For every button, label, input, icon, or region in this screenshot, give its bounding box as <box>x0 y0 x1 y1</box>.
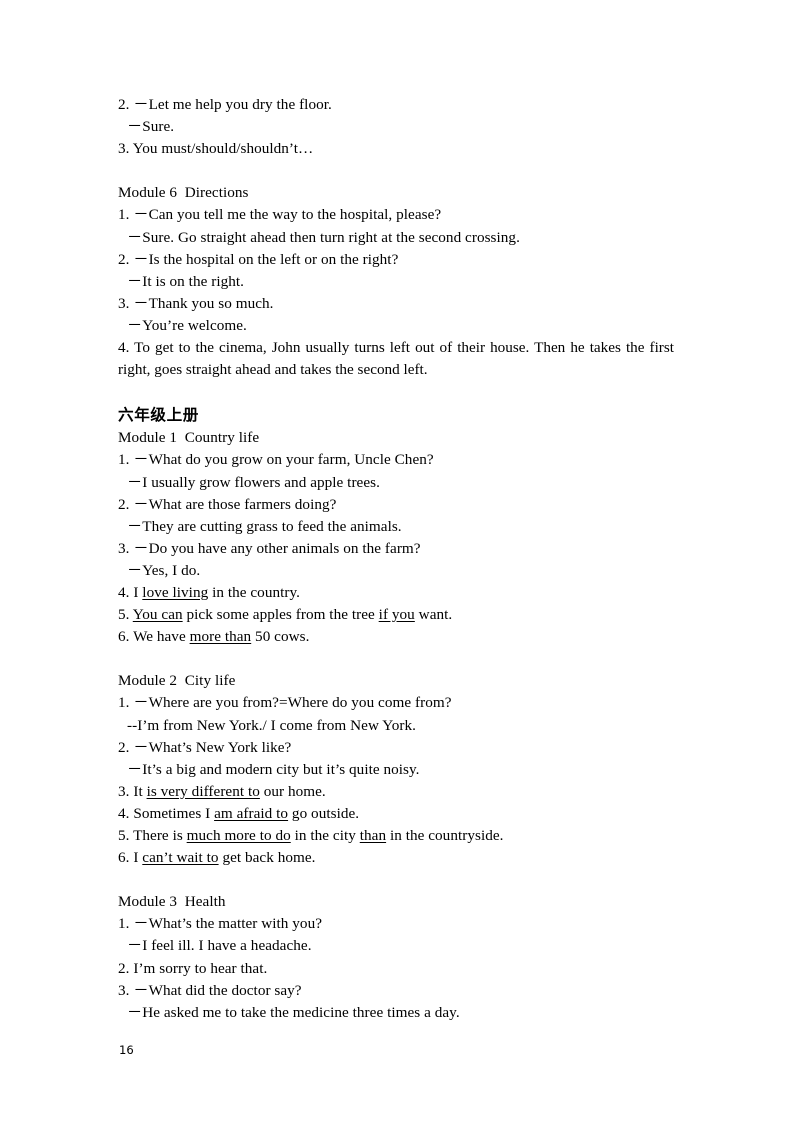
text-run: 6. We have <box>118 628 190 646</box>
text-line: －Sure. Go straight ahead then turn right… <box>127 228 520 246</box>
underlined-phrase: You can <box>132 606 183 624</box>
text-line: －They are cutting grass to feed the anim… <box>127 517 402 535</box>
module-heading: Module 2 City life <box>118 672 236 690</box>
text-line: 3. It is very different to our home. <box>118 781 674 803</box>
text-run: in the country. <box>208 583 300 601</box>
underlined-phrase: more than <box>189 628 252 646</box>
module-heading: Module 1 Country life <box>118 429 260 447</box>
text-line: －I feel ill. I have a headache. <box>127 937 312 955</box>
text-run: get back home. <box>218 849 316 867</box>
text-line: －He asked me to take the medicine three … <box>127 1003 460 1021</box>
module-heading: Module 3 Health <box>118 893 226 911</box>
text-run: 4. Sometimes I <box>118 804 215 822</box>
text-line: 4. I love living in the country. <box>118 582 674 604</box>
document-page: 2. －Let me help you dry the floor. －Sure.… <box>0 0 794 1123</box>
text-line: 2. －What are those farmers doing? <box>118 495 337 513</box>
text-line: 5. There is much more to do in the city … <box>118 825 674 847</box>
underlined-phrase: love living <box>142 583 209 601</box>
text-run: our home. <box>259 782 326 800</box>
text-line: 1. －Can you tell me the way to the hospi… <box>118 206 442 224</box>
text-line: 1. －What’s the matter with you? <box>118 915 322 933</box>
text-line: 2. －Let me help you dry the floor. <box>118 96 332 113</box>
text-run: 6. I <box>118 849 143 867</box>
text-run: in the countryside. <box>386 827 504 844</box>
text-line: --I’m from New York./ I come from New Yo… <box>127 716 416 734</box>
text-paragraph: 4. To get to the cinema, John usually tu… <box>118 339 674 379</box>
text-line: －It’s a big and modern city but it’s qui… <box>127 760 420 778</box>
page-number: 16 <box>119 1043 134 1057</box>
text-line: 4. Sometimes I am afraid to go outside. <box>118 803 674 825</box>
text-line: －You’re welcome. <box>127 316 247 334</box>
text-line: －Yes, I do. <box>127 561 201 579</box>
text-run: 5. There is <box>118 827 187 844</box>
text-line: 3. －Do you have any other animals on the… <box>118 539 421 557</box>
text-line: 6. I can’t wait to get back home. <box>118 847 674 869</box>
text-line: 1. －What do you grow on your farm, Uncle… <box>118 451 434 469</box>
text-line: 2. －Is the hospital on the left or on th… <box>118 250 399 268</box>
text-run: 3. It <box>118 782 147 800</box>
underlined-phrase: much more to do <box>186 827 291 844</box>
text-run: pick some apples from the tree <box>182 606 379 624</box>
text-line: 5. You can pick some apples from the tre… <box>118 604 674 626</box>
underlined-phrase: am afraid to <box>214 804 289 822</box>
page-content: 2. －Let me help you dry the floor. －Sure.… <box>118 94 674 1024</box>
text-run: 5. <box>118 606 133 624</box>
text-line: －Sure. <box>127 118 175 136</box>
text-line: －I usually grow flowers and apple trees. <box>127 473 380 491</box>
text-line: 2. －What’s New York like? <box>118 738 292 756</box>
underlined-phrase: can’t wait to <box>142 849 219 867</box>
underlined-phrase: than <box>359 827 387 844</box>
text-line: 1. －Where are you from?=Where do you com… <box>118 694 452 712</box>
text-line: 2. I’m sorry to hear that. <box>118 959 268 977</box>
text-run: 50 cows. <box>251 628 310 646</box>
grade-heading: 六年级上册 <box>118 406 199 425</box>
text-line: 6. We have more than 50 cows. <box>118 626 674 648</box>
text-run: 4. I <box>118 583 143 601</box>
text-line: 3. You must/should/shouldn’t… <box>118 140 314 158</box>
text-line: －It is on the right. <box>127 272 245 290</box>
text-line: 3. －What did the doctor say? <box>118 981 302 999</box>
text-line: 3. －Thank you so much. <box>118 294 274 312</box>
module-heading: Module 6 Directions <box>118 184 249 202</box>
underlined-phrase: if you <box>378 606 415 624</box>
text-run: want. <box>414 606 453 624</box>
text-run: go outside. <box>288 804 360 822</box>
text-run: in the city <box>290 827 360 844</box>
underlined-phrase: is very different to <box>146 782 260 800</box>
